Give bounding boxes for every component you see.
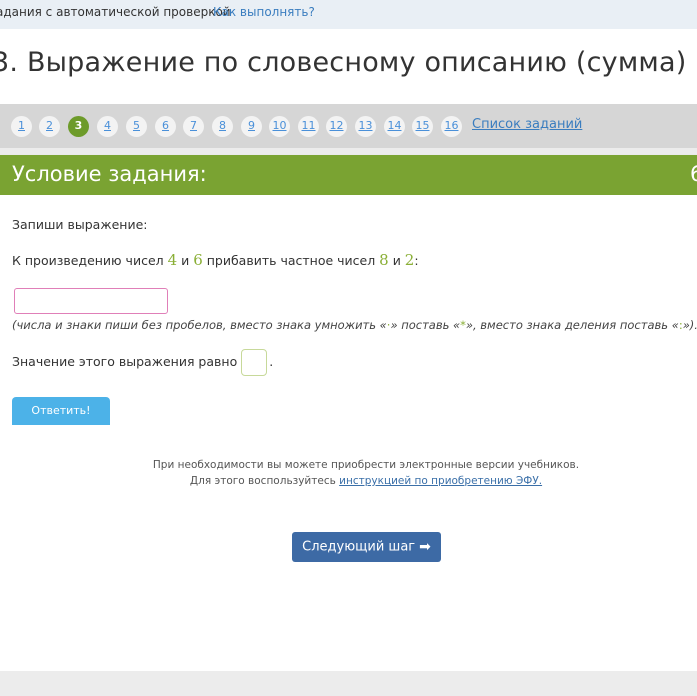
statement-text-4: и (388, 253, 405, 268)
submit-answer-button[interactable]: Ответить! (12, 397, 110, 425)
page-link-10[interactable]: 10 (269, 116, 290, 137)
hint-text-1: (числа и знаки пиши без пробелов, вместо… (12, 318, 387, 332)
page-link-13[interactable]: 13 (355, 116, 376, 137)
arrow-right-icon: ➡ (419, 539, 431, 555)
task-header: Условие задания: 6 (0, 155, 697, 195)
page-link-9[interactable]: 9 (241, 116, 262, 137)
page-link-11[interactable]: 11 (298, 116, 319, 137)
task-instruction: Запиши выражение: (12, 217, 148, 232)
page-link-16[interactable]: 16 (441, 116, 462, 137)
result-input[interactable] (241, 349, 268, 376)
textbook-note-line1: При необходимости вы можете приобрести э… (152, 459, 580, 471)
number-4: 4 (167, 251, 178, 269)
task-header-points: 6 (690, 162, 697, 186)
task-list-link[interactable]: Список заданий (472, 117, 582, 132)
number-8: 8 (379, 251, 389, 269)
page-link-12[interactable]: 12 (326, 116, 347, 137)
page-link-5[interactable]: 5 (126, 116, 147, 137)
topbar-text: адания с автоматической проверкой (0, 5, 231, 19)
result-label: Значение этого выражения равно (12, 354, 238, 369)
page-link-14[interactable]: 14 (384, 116, 405, 137)
page-link-7[interactable]: 7 (183, 116, 204, 137)
next-step-label: Следующий шаг (302, 539, 416, 555)
hint-text-3: », вместо знака деления поставь « (465, 318, 679, 332)
textbook-note-line2: Для этого воспользуйтесь инструкцией по … (0, 475, 697, 487)
page-link-6[interactable]: 6 (155, 116, 176, 137)
statement-text-5: : (414, 253, 419, 268)
hint-text-2: » поставь « (390, 318, 461, 332)
page-title: 3. Выражение по словесному описанию (сум… (0, 47, 687, 78)
note-prefix: Для этого воспользуйтесь (189, 475, 340, 487)
howto-link[interactable]: Как выполнять? (213, 0, 315, 24)
page-link-1[interactable]: 1 (11, 116, 32, 137)
expression-input[interactable] (14, 288, 168, 314)
result-end: . (269, 354, 274, 369)
title-area: 3. Выражение по словесному описанию (сум… (0, 29, 697, 104)
task-pager: 1 2 3 4 5 6 7 8 9 10 11 12 13 14 15 16 С… (0, 104, 697, 148)
page-link-15[interactable]: 15 (412, 116, 433, 137)
next-step-button[interactable]: Следующий шаг ➡ (292, 532, 441, 562)
lower-area: Следующий шаг ➡ (0, 507, 697, 671)
result-row: Значение этого выражения равно. (12, 349, 273, 376)
page-link-4[interactable]: 4 (97, 116, 118, 137)
statement-text-3: прибавить частное чисел (202, 253, 380, 268)
input-hint: (числа и знаки пиши без пробелов, вместо… (12, 318, 697, 332)
top-info-bar: адания с автоматической проверкой Как вы… (0, 0, 697, 29)
efu-instruction-link[interactable]: инструкцией по приобретению ЭФУ. (339, 475, 542, 487)
task-statement: К произведению чисел 4 и 6 прибавить час… (12, 251, 419, 269)
number-6: 6 (193, 251, 203, 269)
number-2: 2 (404, 251, 415, 269)
task-card: Условие задания: 6 Запиши выражение: К п… (0, 155, 697, 507)
page-link-3-active[interactable]: 3 (68, 116, 89, 137)
hint-text-4: »). (682, 318, 697, 332)
task-header-title: Условие задания: (12, 162, 207, 186)
statement-text-1: К произведению чисел (12, 253, 168, 268)
page-link-2[interactable]: 2 (39, 116, 60, 137)
page-link-8[interactable]: 8 (212, 116, 233, 137)
statement-text-2: и (177, 253, 194, 268)
